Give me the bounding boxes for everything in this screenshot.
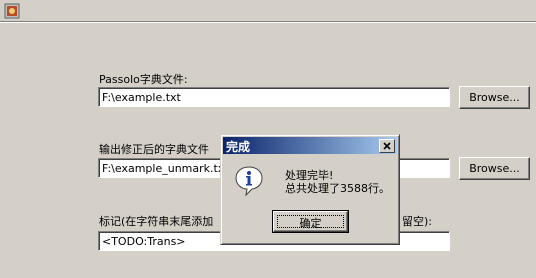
- ok-button[interactable]: 确定: [272, 210, 349, 233]
- dialog-title-bar: 完成: [223, 137, 397, 154]
- close-icon[interactable]: [379, 139, 395, 153]
- title-bar: [0, 0, 536, 20]
- dict-file-label: Passolo字典文件:: [99, 73, 188, 86]
- dict-file-input[interactable]: F:\example.txt: [98, 87, 450, 107]
- mark-label-tail: 留空):: [402, 215, 432, 228]
- completion-dialog: 完成 处理完毕! 总共处理了3588行。 确定: [220, 134, 400, 245]
- dialog-message-line2: 总共处理了3588行。: [285, 182, 390, 195]
- dialog-title: 完成: [226, 140, 251, 154]
- focus-rect: [277, 215, 344, 228]
- output-file-label: 输出修正后的字典文件: [99, 143, 209, 156]
- browse-output-button[interactable]: Browse...: [459, 157, 530, 180]
- info-icon: [235, 166, 263, 197]
- mark-label: 标记(在字符串末尾添加: [99, 215, 214, 228]
- app-icon[interactable]: [4, 3, 20, 19]
- title-separator-highlight: [0, 22, 536, 23]
- browse-dict-button[interactable]: Browse...: [459, 86, 530, 109]
